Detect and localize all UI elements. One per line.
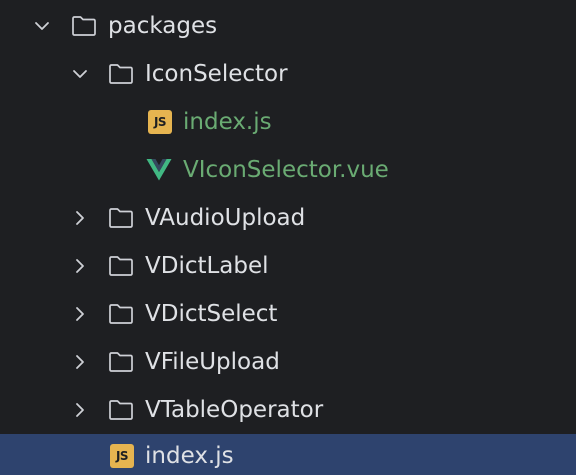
tree-item-label: packages — [108, 13, 218, 39]
tree-item-label: VIconSelector.vue — [183, 157, 389, 183]
chevron-right-icon[interactable] — [70, 304, 90, 324]
folder-icon — [108, 398, 134, 422]
chevron-right-icon[interactable] — [70, 352, 90, 372]
tree-item-label: VDictLabel — [145, 253, 269, 279]
folder-icon — [71, 14, 97, 38]
tree-item-label: index.js — [183, 109, 272, 135]
tree-item-packages-index-js[interactable]: JS index.js — [0, 434, 576, 475]
tree-item-label: VDictSelect — [145, 301, 278, 327]
tree-item-vdict-select[interactable]: VDictSelect — [0, 290, 576, 338]
tree-item-vtable-operator[interactable]: VTableOperator — [0, 386, 576, 434]
tree-item-icon-selector[interactable]: IconSelector — [0, 50, 576, 98]
tree-item-vicon-selector-vue[interactable]: VIconSelector.vue — [0, 146, 576, 194]
tree-item-vaudio-upload[interactable]: VAudioUpload — [0, 194, 576, 242]
chevron-down-icon[interactable] — [32, 16, 52, 36]
javascript-file-icon: JS — [148, 110, 172, 134]
tree-item-label: VFileUpload — [145, 349, 280, 375]
tree-item-vfile-upload[interactable]: VFileUpload — [0, 338, 576, 386]
tree-item-vdict-label[interactable]: VDictLabel — [0, 242, 576, 290]
folder-icon — [108, 254, 134, 278]
folder-icon — [108, 62, 134, 86]
folder-icon — [108, 302, 134, 326]
folder-icon — [108, 206, 134, 230]
project-file-tree: packages IconSelector JS index.js VIconS… — [0, 0, 576, 475]
chevron-right-icon[interactable] — [70, 256, 90, 276]
tree-item-label: VAudioUpload — [145, 205, 306, 231]
chevron-right-icon[interactable] — [70, 400, 90, 420]
javascript-file-icon: JS — [110, 444, 134, 468]
vue-file-icon — [146, 158, 172, 182]
tree-item-label: IconSelector — [145, 61, 288, 87]
folder-icon — [108, 350, 134, 374]
tree-item-label: index.js — [145, 443, 234, 469]
tree-item-icon-selector-index-js[interactable]: JS index.js — [0, 98, 576, 146]
tree-item-label: VTableOperator — [145, 397, 324, 423]
chevron-right-icon[interactable] — [70, 208, 90, 228]
tree-item-packages[interactable]: packages — [0, 2, 576, 50]
chevron-down-icon[interactable] — [70, 64, 90, 84]
